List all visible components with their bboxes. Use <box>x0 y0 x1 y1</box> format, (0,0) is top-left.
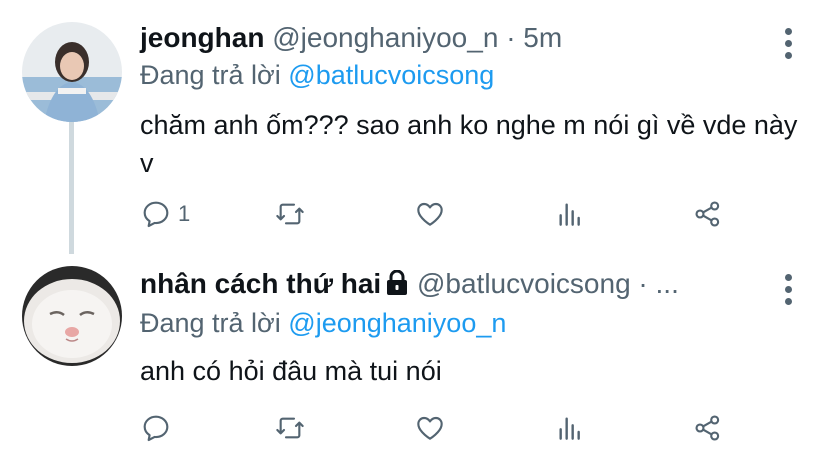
share-icon <box>695 415 720 441</box>
timestamp[interactable]: · ... <box>638 268 678 299</box>
analytics-icon <box>559 203 580 226</box>
display-name[interactable]: nhân cách thứ hai <box>140 268 381 299</box>
reply-icon <box>143 415 169 442</box>
avatar[interactable] <box>22 22 122 122</box>
share-button[interactable] <box>692 412 724 444</box>
reply-icon <box>143 201 169 228</box>
views-button[interactable] <box>554 198 586 230</box>
tweet-header: jeonghan @jeonghaniyoo_n · 5m <box>140 22 562 54</box>
share-icon <box>695 201 720 227</box>
lock-icon <box>385 269 409 303</box>
tweet-text: anh có hỏi đâu mà tui nói <box>140 356 442 386</box>
heart-icon <box>417 202 443 226</box>
tweet-actions <box>140 412 740 452</box>
retweet-icon <box>276 417 304 439</box>
reply-mention-link[interactable]: @batlucvoicsong <box>288 60 494 90</box>
replying-to-label: Đang trả lời <box>140 60 281 90</box>
reply-count: 1 <box>178 201 191 226</box>
timestamp[interactable]: · 5m <box>506 22 562 53</box>
user-handle[interactable]: @jeonghaniyoo_n <box>272 22 498 53</box>
retweet-icon <box>276 203 304 225</box>
tweet-text: chăm anh ốm??? sao anh ko nghe m nói gì … <box>140 110 798 178</box>
analytics-icon <box>559 417 580 440</box>
reply-button[interactable]: 1 <box>140 198 190 230</box>
retweet-button[interactable] <box>274 412 306 444</box>
user-handle[interactable]: @batlucvoicsong <box>417 268 631 299</box>
replying-to-label: Đang trả lời <box>140 308 281 338</box>
like-button[interactable] <box>414 412 446 444</box>
retweet-button[interactable] <box>274 198 306 230</box>
views-button[interactable] <box>554 412 586 444</box>
like-button[interactable] <box>414 198 446 230</box>
tweet-header: nhân cách thứ hai @batlucvoicsong · ... <box>140 268 679 303</box>
more-options-icon[interactable] <box>778 274 798 310</box>
thread-line <box>69 122 74 254</box>
heart-icon <box>417 416 443 440</box>
reply-mention-link[interactable]: @jeonghaniyoo_n <box>288 308 506 338</box>
reply-button[interactable] <box>140 412 178 444</box>
replying-to: Đang trả lời @jeonghaniyoo_n <box>140 308 506 339</box>
avatar[interactable] <box>22 266 122 366</box>
display-name[interactable]: jeonghan <box>140 22 264 53</box>
tweet-actions: 1 <box>140 198 740 238</box>
share-button[interactable] <box>692 198 724 230</box>
replying-to: Đang trả lời @batlucvoicsong <box>140 60 494 91</box>
more-options-icon[interactable] <box>778 28 798 64</box>
